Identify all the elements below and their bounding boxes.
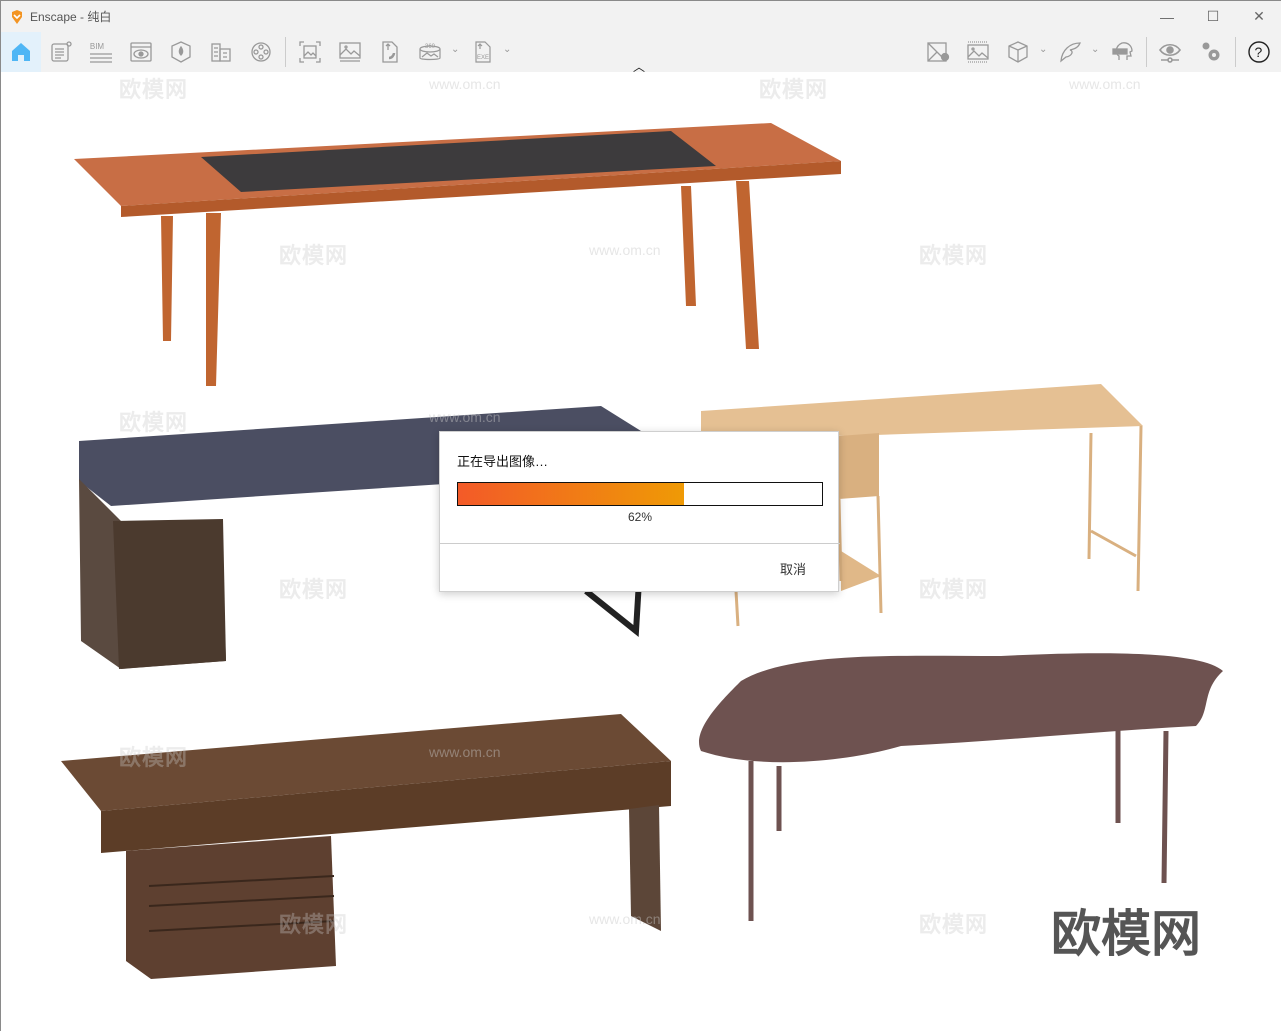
watermark-url: www.om.cn (589, 911, 661, 927)
screenshot-button[interactable] (290, 32, 330, 72)
watermark: 欧模网 (919, 243, 989, 268)
cube-view-button[interactable] (998, 32, 1038, 72)
enscape-logo-icon (12, 9, 22, 24)
progress-percent-label: 62% (627, 510, 653, 524)
feather-dropdown-chevron-icon[interactable]: ⌄ (1091, 44, 1099, 55)
view-icon (130, 42, 152, 62)
watermark-url: www.om.cn (429, 76, 501, 92)
site-context-button[interactable] (161, 32, 201, 72)
batch-render-icon (339, 42, 361, 62)
watermark-url: www.om.cn (589, 242, 661, 258)
settings-button[interactable] (1191, 32, 1231, 72)
vr-headset-icon (1112, 42, 1133, 60)
maximize-button[interactable]: ☐ (1190, 1, 1236, 32)
visual-settings-button[interactable] (1150, 32, 1190, 72)
export-progress-bar (457, 482, 823, 506)
watermark: 欧模网 (119, 745, 189, 770)
watermark-url: www.om.cn (1069, 76, 1141, 92)
svg-text:?: ? (1255, 44, 1263, 60)
svg-text:360: 360 (425, 44, 436, 50)
exe-export-icon: EXE (475, 41, 491, 63)
home-button[interactable] (1, 32, 41, 72)
exe-dropdown-chevron-icon[interactable]: ⌄ (503, 44, 511, 55)
panorama-export-icon (382, 41, 398, 63)
batch-render-button[interactable] (330, 32, 370, 72)
bim-icon: BIM (89, 41, 105, 51)
image-gallery-button[interactable] (958, 32, 998, 72)
watermark: 欧模网 (919, 912, 989, 937)
dialog-title: 正在导出图像… (457, 454, 549, 469)
toolbar-divider (1146, 37, 1147, 67)
omo-watermark-logo: 欧模网 (1051, 906, 1201, 962)
title-bar: Enscape - 纯白 — ☐ ✕ (1, 1, 1281, 32)
visual-settings-icon (1159, 43, 1181, 63)
buildings-icon (211, 43, 231, 62)
watermark: 欧模网 (119, 77, 189, 102)
asset-library-icon (51, 41, 72, 62)
window-title: Enscape - 纯白 (30, 10, 112, 24)
video-editor-icon (251, 42, 271, 62)
bim-lines-icon (90, 52, 112, 63)
watermark: 欧模网 (759, 77, 829, 102)
toolbar-divider (1235, 37, 1236, 67)
vr-headset-button[interactable] (1103, 32, 1143, 72)
watermark: 欧模网 (279, 577, 349, 602)
watermark: 欧模网 (279, 912, 349, 937)
exe-export-button[interactable]: EXE (463, 32, 503, 72)
help-icon: ? (1248, 41, 1270, 63)
feather-icon (1060, 42, 1081, 63)
360-panorama-button[interactable]: 360 (410, 32, 450, 72)
settings-icon (1202, 42, 1220, 61)
map-location-button[interactable] (918, 32, 958, 72)
panorama-export-button[interactable] (370, 32, 410, 72)
minimize-button[interactable]: — (1144, 1, 1190, 32)
progress-fill (458, 483, 684, 505)
help-button[interactable]: ? (1239, 32, 1279, 72)
cancel-button[interactable]: 取消 (780, 559, 806, 578)
video-editor-button[interactable] (241, 32, 281, 72)
watermark: 欧模网 (279, 243, 349, 268)
bim-button[interactable]: BIM (81, 32, 121, 72)
360-panorama-icon: 360 (419, 44, 441, 61)
asset-library-button[interactable] (41, 32, 81, 72)
site-context-icon (171, 41, 191, 63)
feather-button[interactable] (1050, 32, 1090, 72)
cube-view-icon (1008, 41, 1028, 63)
svg-text:EXE: EXE (477, 55, 489, 61)
360-dropdown-chevron-icon[interactable]: ⌄ (451, 44, 459, 55)
watermark: 欧模网 (119, 410, 189, 435)
home-icon (12, 43, 30, 61)
watermark-url: www.om.cn (429, 744, 501, 760)
wooden-desk-leather-top (74, 123, 841, 386)
buildings-button[interactable] (201, 32, 241, 72)
toolbar-divider (285, 37, 286, 67)
image-gallery-icon (967, 41, 989, 63)
leaf-shaped-metal-table (699, 653, 1223, 921)
dialog-divider (440, 543, 840, 544)
close-button[interactable]: ✕ (1236, 1, 1281, 32)
watermark: 欧模网 (919, 577, 989, 602)
watermark-url: www.om.cn (429, 409, 501, 425)
screenshot-icon (299, 41, 321, 63)
view-button[interactable] (121, 32, 161, 72)
map-location-icon (927, 42, 950, 62)
export-progress-dialog: 正在导出图像… 62% 取消 (439, 431, 840, 592)
cube-dropdown-chevron-icon[interactable]: ⌄ (1039, 44, 1047, 55)
